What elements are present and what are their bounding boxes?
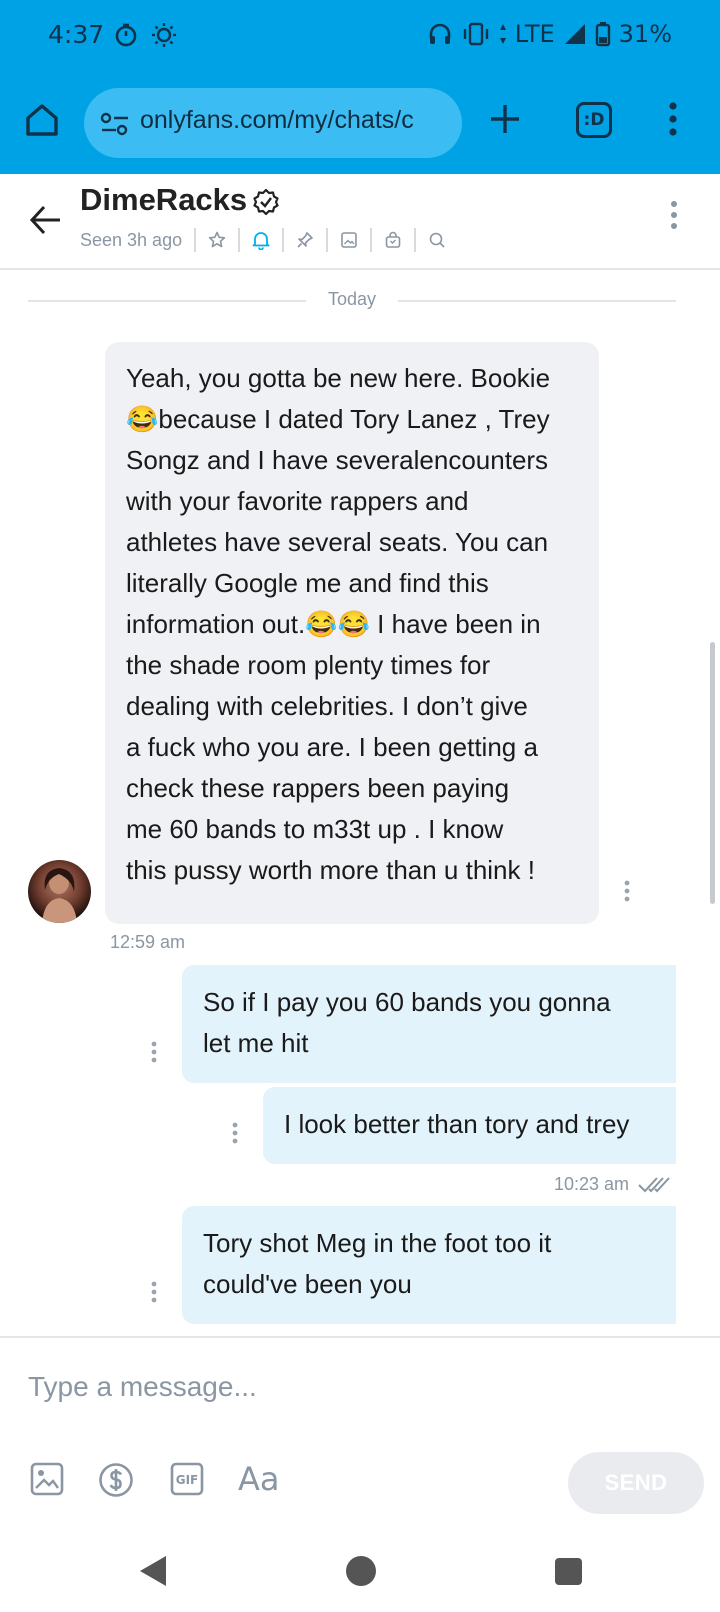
browser-menu-icon[interactable]: [668, 102, 678, 136]
message-line: I look better than tory and trey: [284, 1109, 630, 1139]
vibrate-icon: [463, 22, 488, 46]
favorite-button[interactable]: [194, 228, 238, 252]
timer-icon: [115, 23, 137, 47]
bell-icon: [252, 232, 270, 250]
tab-switcher-button[interactable]: :D: [576, 102, 612, 138]
message-timestamp: 12:59 am: [110, 932, 186, 952]
search-icon: [429, 232, 445, 248]
message-input[interactable]: [28, 1362, 688, 1412]
incoming-message-bubble[interactable]: Yeah, you gotta be new here. Bookie 😂bec…: [105, 342, 599, 924]
send-button[interactable]: SEND: [568, 1452, 704, 1514]
message-options-icon[interactable]: [151, 1041, 157, 1063]
message-options-icon[interactable]: [232, 1122, 238, 1144]
back-arrow-icon[interactable]: [28, 202, 64, 238]
contact-avatar[interactable]: [28, 860, 91, 923]
chat-header-toolbar: Seen 3h ago: [80, 228, 458, 252]
purchases-button[interactable]: [370, 228, 414, 252]
site-settings-icon[interactable]: [100, 112, 130, 136]
pin-chat-button[interactable]: [282, 228, 326, 252]
status-bar: 4:37 LTE 31%: [0, 0, 720, 72]
message-line: could've been you: [203, 1269, 412, 1299]
star-icon: [208, 231, 226, 248]
read-receipt-icon: [638, 1177, 670, 1193]
chat-contact-name[interactable]: DimeRacks: [80, 182, 247, 218]
outgoing-message-bubble[interactable]: So if I pay you 60 bands you gonna let m…: [182, 965, 676, 1083]
separator-line: [398, 300, 676, 302]
chat-options-icon[interactable]: [670, 200, 678, 230]
day-separator: Today: [28, 288, 676, 312]
nav-back-icon[interactable]: [138, 1554, 168, 1588]
message-line: Tory shot Meg in the foot too it: [203, 1228, 552, 1258]
data-arrows-icon: [499, 24, 506, 44]
last-seen-text: Seen 3h ago: [80, 229, 183, 250]
nav-recents-icon[interactable]: [555, 1558, 582, 1585]
chat-scrollbar[interactable]: [710, 642, 715, 904]
message-line: 😂because I dated Tory Lanez , Trey: [126, 404, 550, 434]
message-options-icon[interactable]: [151, 1281, 157, 1303]
svg-text:GIF: GIF: [176, 1473, 199, 1487]
gif-icon[interactable]: GIF: [170, 1462, 204, 1496]
verified-badge-icon: [253, 188, 279, 216]
status-left-icons: [113, 22, 177, 48]
message-line: information out.😂😂 I have been in: [126, 609, 541, 639]
message-line: a fuck who you are. I been getting a: [126, 732, 538, 762]
signal-icon: [564, 24, 585, 44]
search-chat-button[interactable]: [414, 228, 458, 252]
address-bar[interactable]: onlyfans.com/my/chats/c: [84, 88, 462, 158]
status-right-icons: LTE 31%: [427, 20, 672, 48]
browser-toolbar: onlyfans.com/my/chats/c :D: [0, 72, 720, 174]
battery-level: 31%: [618, 20, 672, 48]
chat-header: DimeRacks Seen 3h ago: [0, 174, 720, 270]
status-time: 4:37: [48, 20, 105, 49]
battery-icon: [595, 22, 610, 47]
message-line: me 60 bands to m33t up . I know: [126, 814, 504, 844]
notifications-button[interactable]: [238, 228, 282, 252]
pin-icon: [297, 232, 313, 248]
brightness-icon: [152, 23, 176, 47]
outgoing-message-bubble[interactable]: Tory shot Meg in the foot too it could'v…: [182, 1206, 676, 1324]
message-line: with your favorite rappers and: [126, 486, 469, 516]
media-gallery-button[interactable]: [326, 228, 370, 252]
message-options-icon[interactable]: [624, 880, 630, 902]
bag-icon: [385, 231, 401, 248]
text-format-icon[interactable]: Aa: [238, 1460, 280, 1498]
headphones-icon: [429, 23, 451, 44]
avatar-image: [42, 868, 77, 923]
message-line: Yeah, you gotta be new here. Bookie: [126, 363, 551, 393]
message-line: athletes have several seats. You can: [126, 527, 549, 557]
image-icon[interactable]: [30, 1462, 64, 1496]
message-line: Songz and I have severalencounters: [126, 445, 549, 475]
nav-home-icon[interactable]: [346, 1556, 376, 1586]
message-line: So if I pay you 60 bands you gonna: [203, 987, 611, 1017]
dollar-icon[interactable]: [98, 1462, 134, 1498]
message-line: check these rappers been paying: [126, 773, 510, 803]
message-line: let me hit: [203, 1028, 309, 1058]
browser-home-button[interactable]: [22, 100, 62, 140]
system-nav-bar: [0, 1536, 720, 1612]
url-text[interactable]: onlyfans.com/my/chats/c: [140, 106, 414, 135]
message-line: this pussy worth more than u think !: [126, 855, 535, 885]
message-timestamp: 10:23 am: [554, 1174, 630, 1194]
message-composer: GIF Aa SEND: [0, 1336, 720, 1536]
home-icon: [26, 104, 58, 136]
message-line: the shade room plenty times for: [126, 650, 491, 680]
message-line: literally Google me and find this: [126, 568, 489, 598]
image-icon: [341, 232, 357, 248]
network-type: LTE: [514, 20, 555, 48]
new-tab-icon[interactable]: [488, 102, 522, 136]
outgoing-message-bubble[interactable]: I look better than tory and trey: [263, 1087, 676, 1164]
message-line: dealing with celebrities. I don’t give: [126, 691, 528, 721]
